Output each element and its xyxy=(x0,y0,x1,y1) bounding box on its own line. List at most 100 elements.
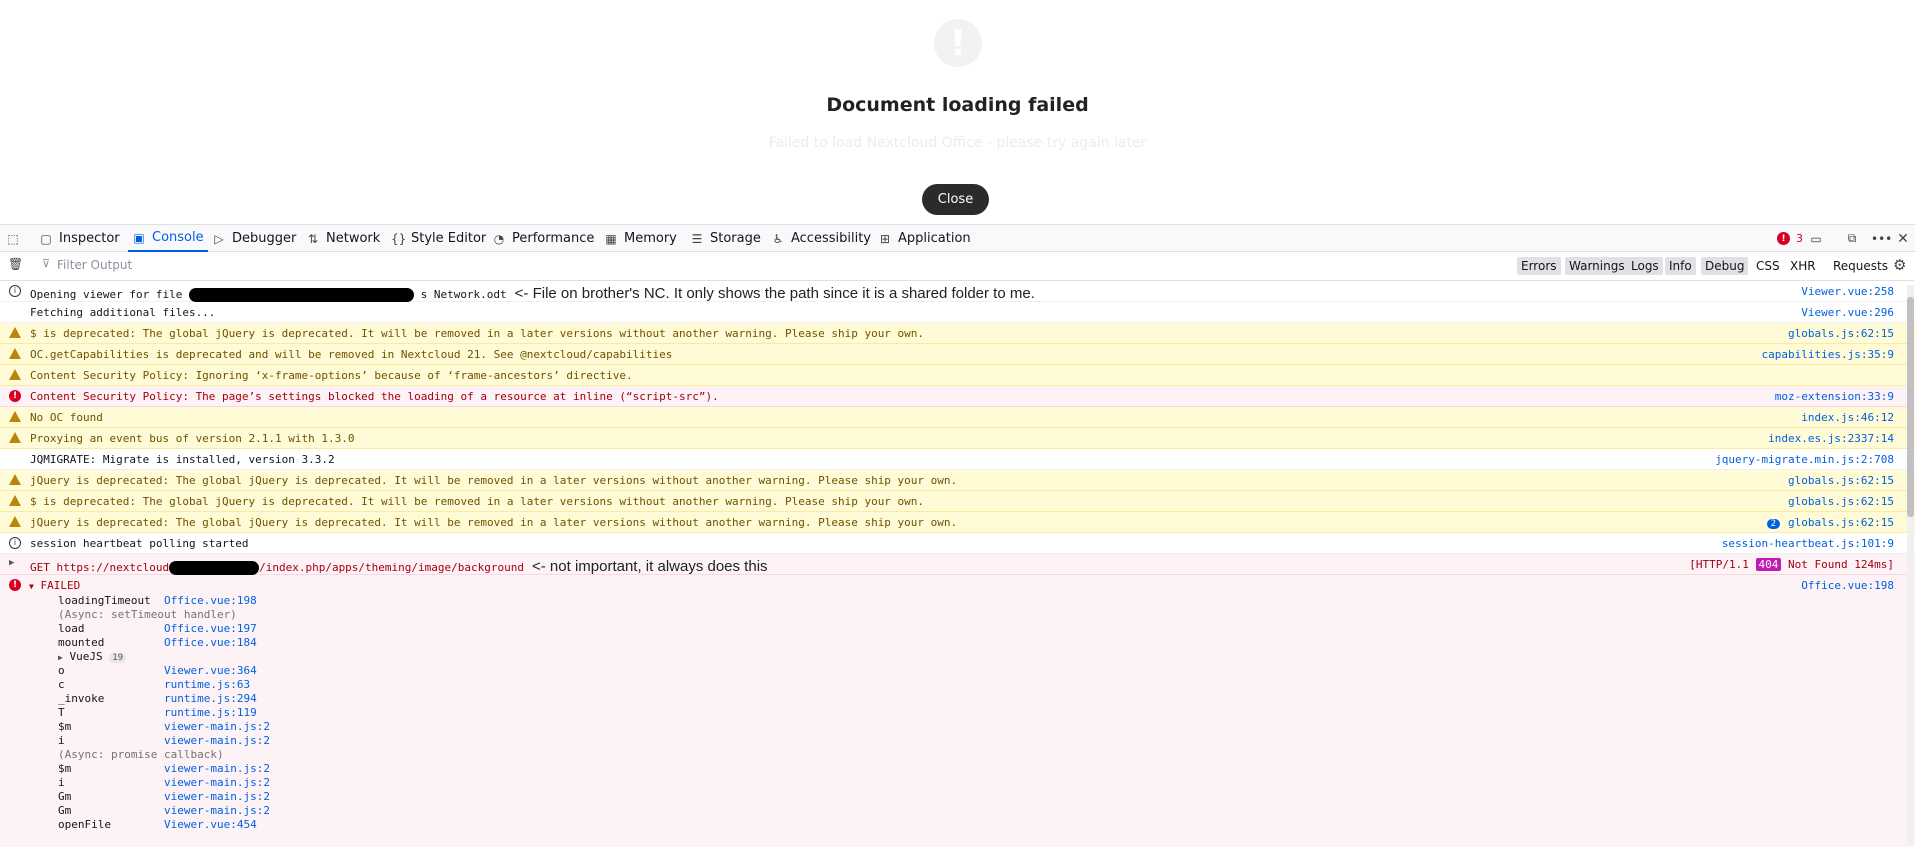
message-text: jQuery is deprecated: The global jQuery … xyxy=(30,474,958,487)
message-location[interactable]: globals.js:62:15 xyxy=(1788,516,1894,529)
tab-inspector[interactable]: ▢ Inspector xyxy=(39,225,119,252)
error-icon: ! xyxy=(9,579,21,591)
stack-frame[interactable]: i viewer-main.js:2 xyxy=(58,776,270,789)
tab-memory[interactable]: ▦ Memory xyxy=(604,225,677,252)
settings-gear-icon[interactable]: ⚙ xyxy=(1893,256,1906,274)
console-message[interactable]: i Opening viewer for file s Network.odt <… xyxy=(0,281,1915,302)
stack-frame[interactable]: loadingTimeout Office.vue:198 xyxy=(58,594,257,607)
stack-frame[interactable]: $m viewer-main.js:2 xyxy=(58,720,270,733)
tab-debugger[interactable]: ▷ Debugger xyxy=(212,225,296,252)
stack-frame[interactable]: i viewer-main.js:2 xyxy=(58,734,270,747)
console-message[interactable]: jQuery is deprecated: The global jQuery … xyxy=(0,470,1915,491)
gauge-icon: ◔ xyxy=(493,231,505,246)
scrollbar-thumb[interactable] xyxy=(1907,297,1914,517)
info-icon: i xyxy=(9,537,21,549)
filter-requests[interactable]: Requests xyxy=(1829,257,1892,275)
accessibility-icon: ♿ xyxy=(772,231,784,246)
network-icon: ⇅ xyxy=(307,231,319,246)
request-url-path[interactable]: /index.php/apps/theming/image/background xyxy=(259,561,524,574)
stack-frame[interactable]: o Viewer.vue:364 xyxy=(58,664,257,677)
console-message[interactable]: ! Content Security Policy: The page’s se… xyxy=(0,386,1915,407)
warning-icon xyxy=(9,348,21,359)
stack-frame[interactable]: openFile Viewer.vue:454 xyxy=(58,818,257,831)
exclamation-icon: ! xyxy=(934,19,982,67)
stack-frame[interactable]: load Office.vue:197 xyxy=(58,622,257,635)
request-url[interactable]: https://nextcloud xyxy=(57,561,170,574)
message-text: Fetching additional files... xyxy=(30,306,216,319)
console-message[interactable]: JQMIGRATE: Migrate is installed, version… xyxy=(0,449,1915,470)
filter-warnings[interactable]: Warnings xyxy=(1565,257,1629,275)
console-message[interactable]: jQuery is deprecated: The global jQuery … xyxy=(0,512,1915,533)
tab-style-editor[interactable]: {} Style Editor xyxy=(391,225,486,252)
storage-icon: ☰ xyxy=(691,231,703,246)
message-location[interactable]: jquery-migrate.min.js:2:708 xyxy=(1715,453,1894,466)
message-location[interactable]: Viewer.vue:296 xyxy=(1801,306,1894,319)
tab-console[interactable]: ▣ Console xyxy=(128,225,208,252)
message-location[interactable]: globals.js:62:15 xyxy=(1788,327,1894,340)
dialog-title: Document loading failed xyxy=(826,94,1089,116)
close-button[interactable]: Close xyxy=(922,184,989,215)
stack-frame[interactable]: mounted Office.vue:184 xyxy=(58,636,257,649)
tab-accessibility[interactable]: ♿ Accessibility xyxy=(771,225,871,252)
console-message[interactable]: No OC found index.js:46:12 xyxy=(0,407,1915,428)
split-console-button[interactable]: ▭ xyxy=(1809,225,1823,252)
message-text: No OC found xyxy=(30,411,103,424)
tab-network[interactable]: ⇅ Network xyxy=(306,225,380,252)
console-message[interactable]: Proxying an event bus of version 2.1.1 w… xyxy=(0,428,1915,449)
expand-arrow-icon: ▶ xyxy=(58,653,63,662)
console-message[interactable]: Content Security Policy: Ignoring ‘x-fra… xyxy=(0,365,1915,386)
filter-css[interactable]: CSS xyxy=(1752,257,1784,275)
redaction-mark xyxy=(169,561,260,575)
network-request-row[interactable]: ▶ GET https://nextcloud/index.php/apps/t… xyxy=(0,554,1915,575)
stack-frame[interactable]: Gm viewer-main.js:2 xyxy=(58,790,270,803)
async-separator: (Async: setTimeout handler) xyxy=(58,608,237,621)
stack-group-vuejs[interactable]: ▶ VueJS 19 xyxy=(58,650,127,663)
tab-performance[interactable]: ◔ Performance xyxy=(492,225,595,252)
message-location[interactable]: index.es.js:2337:14 xyxy=(1768,432,1894,445)
trash-icon[interactable]: 🗑 xyxy=(8,257,23,271)
element-picker-button[interactable]: ⬚ xyxy=(6,225,20,252)
stack-frame[interactable]: c runtime.js:63 xyxy=(58,678,250,691)
console-message[interactable]: $ is deprecated: The global jQuery is de… xyxy=(0,491,1915,512)
more-icon: ••• xyxy=(1871,231,1893,246)
console-message[interactable]: Fetching additional files... Viewer.vue:… xyxy=(0,302,1915,323)
annotation-text: <- File on brother's NC. It only shows t… xyxy=(514,285,1035,302)
failed-location[interactable]: Office.vue:198 xyxy=(1801,579,1894,592)
dock-toggle-button[interactable]: ⧉ xyxy=(1845,225,1859,252)
message-location[interactable]: Viewer.vue:258 xyxy=(1801,285,1894,298)
stack-frame[interactable]: $m viewer-main.js:2 xyxy=(58,762,270,775)
failed-error-group: ! ▼ FAILED Office.vue:198 loadingTimeout… xyxy=(0,575,1915,847)
tab-application[interactable]: ⊞ Application xyxy=(878,225,971,252)
message-location[interactable]: session-heartbeat.js:101:9 xyxy=(1722,537,1894,550)
filter-info[interactable]: Info xyxy=(1665,257,1696,275)
console-message[interactable]: i session heartbeat polling started sess… xyxy=(0,533,1915,554)
failed-label: FAILED xyxy=(40,579,81,592)
message-location[interactable]: globals.js:62:15 xyxy=(1788,474,1894,487)
tab-storage[interactable]: ☰ Storage xyxy=(690,225,761,252)
message-location[interactable]: capabilities.js:35:9 xyxy=(1762,348,1894,361)
console-scrollbar[interactable] xyxy=(1907,285,1914,845)
filter-debug[interactable]: Debug xyxy=(1701,257,1749,275)
tab-label: Style Editor xyxy=(411,231,487,246)
close-devtools-button[interactable]: ✕ xyxy=(1896,225,1910,252)
group-count-badge: 19 xyxy=(109,653,127,663)
message-location[interactable]: moz-extension:33:9 xyxy=(1775,390,1894,403)
console-message[interactable]: $ is deprecated: The global jQuery is de… xyxy=(0,323,1915,344)
expand-arrow-icon[interactable]: ▶ xyxy=(9,558,21,570)
filter-errors[interactable]: Errors xyxy=(1517,257,1561,275)
status-code-badge: 404 xyxy=(1755,558,1782,571)
filter-xhr[interactable]: XHR xyxy=(1786,257,1820,275)
filter-input[interactable]: Filter Output xyxy=(57,258,132,272)
error-count-indicator[interactable]: ! 3 xyxy=(1777,225,1803,252)
stack-frame[interactable]: Gm viewer-main.js:2 xyxy=(58,804,270,817)
message-location[interactable]: index.js:46:12 xyxy=(1801,411,1894,424)
message-location[interactable]: globals.js:62:15 xyxy=(1788,495,1894,508)
filter-logs[interactable]: Logs xyxy=(1627,257,1663,275)
stack-frame[interactable]: Truntime.js:119 xyxy=(58,706,257,719)
collapse-toggle[interactable]: ▼ FAILED xyxy=(29,579,80,592)
more-options-button[interactable]: ••• xyxy=(1871,225,1893,252)
stack-frame[interactable]: _invoke runtime.js:294 xyxy=(58,692,257,705)
redaction-mark xyxy=(188,288,414,302)
console-message[interactable]: OC.getCapabilities is deprecated and wil… xyxy=(0,344,1915,365)
tab-label: Accessibility xyxy=(791,231,871,246)
